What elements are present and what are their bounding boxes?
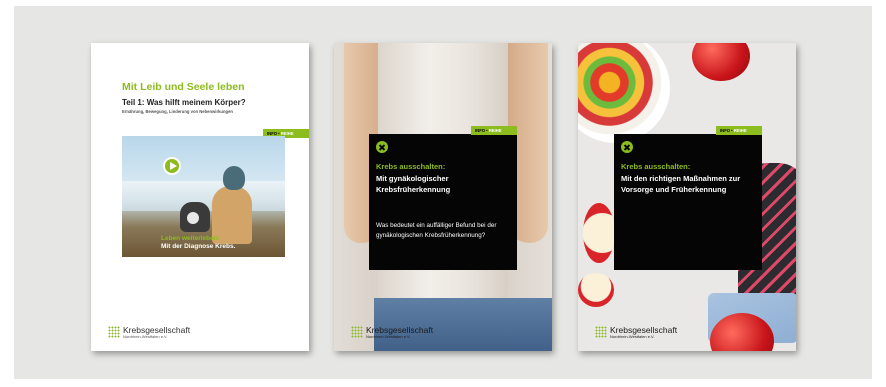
brand-name: Krebsgesellschaft [366, 324, 434, 335]
brochure-title: Mit Leib und Seele leben [122, 81, 245, 93]
brochure-topics: Ernährung, Bewegung, Linderung von Neben… [122, 109, 233, 114]
krebsgesellschaft-logo: Krebsgesellschaft Nordrhein-Westfalen e.… [595, 324, 678, 340]
info-box: INFO • REIHE Krebs ausschalten: Mit den … [614, 126, 762, 270]
brand-name: Krebsgesellschaft [123, 324, 191, 335]
box-heading: Mit den richtigen Maßnahmen zur Vorsorge… [621, 174, 741, 194]
reihe-label: REIHE [488, 128, 502, 133]
krebsgesellschaft-logo: Krebsgesellschaft Nordrhein-Westfalen e.… [108, 324, 191, 340]
close-circle-icon [621, 141, 633, 153]
brochure-gynaekologische-krebsfrueherkennung[interactable]: INFO • REIHE Krebs ausschalten: Mit gynä… [334, 43, 552, 351]
info-reihe-tab: INFO • REIHE [471, 126, 517, 135]
krebsgesellschaft-logo: Krebsgesellschaft Nordrhein-Westfalen e.… [351, 324, 434, 340]
reihe-label: REIHE [733, 128, 747, 133]
brochure-showcase: Mit Leib und Seele leben Teil 1: Was hil… [14, 6, 872, 379]
box-question: Was bedeutet ein auffälliger Befund bei … [376, 222, 497, 239]
photo-caption-white: Mit der Diagnose Krebs. [161, 243, 236, 250]
box-heading: Mit gynäkologischer Krebsfrüherkennung [376, 174, 451, 194]
brochure-vorsorge-und-frueherkennung[interactable]: INFO • REIHE Krebs ausschalten: Mit den … [578, 43, 796, 351]
info-reihe-tab: INFO • REIHE [716, 126, 762, 135]
brand-sub: Nordrhein-Westfalen e.V. [123, 334, 168, 339]
logo-dots-icon [351, 326, 363, 339]
photo-caption-green: Leben weiterleben: [161, 235, 220, 242]
info-label: INFO [720, 128, 731, 133]
box-kicker: Krebs ausschalten: [621, 162, 691, 171]
info-box: INFO • REIHE Krebs ausschalten: Mit gynä… [369, 126, 517, 270]
play-icon[interactable] [163, 157, 181, 175]
logo-dots-icon [595, 326, 607, 339]
info-label: INFO [475, 128, 486, 133]
brochure-subtitle: Teil 1: Was hilft meinem Körper? [122, 98, 246, 107]
brochure-mit-leib-und-seele[interactable]: Mit Leib und Seele leben Teil 1: Was hil… [91, 43, 309, 351]
logo-dots-icon [108, 326, 120, 339]
brand-sub: Nordrhein-Westfalen e.V. [366, 334, 411, 339]
close-circle-icon [376, 141, 388, 153]
brand-name: Krebsgesellschaft [610, 324, 678, 335]
brand-sub: Nordrhein-Westfalen e.V. [610, 334, 655, 339]
box-kicker: Krebs ausschalten: [376, 162, 446, 171]
